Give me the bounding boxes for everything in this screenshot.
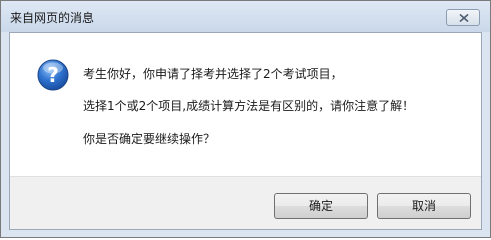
ok-button[interactable]: 确定 [274, 193, 368, 219]
message-line-3: 你是否确定要继续操作？ [83, 132, 216, 146]
confirm-dialog: 来自网页的消息 ? 考生你好，你申请了择考并选择了2个考试项目， 选择1个或2个… [0, 0, 491, 238]
close-icon [459, 14, 469, 22]
message-line-2: 选择1个或2个项目,成绩计算方法是有区别的，请你注意了解！ [83, 99, 415, 113]
svg-text:?: ? [47, 63, 59, 87]
button-bar: 确定 取消 [10, 176, 481, 229]
dialog-body: ? 考生你好，你申请了择考并选择了2个考试项目， 选择1个或2个项目,成绩计算方… [9, 32, 482, 230]
title-bar[interactable]: 来自网页的消息 [1, 1, 490, 32]
dialog-title: 来自网页的消息 [10, 11, 95, 25]
close-button[interactable] [446, 9, 480, 26]
message-line-1: 考生你好，你申请了择考并选择了2个考试项目， [83, 67, 343, 81]
question-icon: ? [37, 59, 69, 91]
message-area: ? 考生你好，你申请了择考并选择了2个考试项目， 选择1个或2个项目,成绩计算方… [10, 33, 481, 176]
cancel-button[interactable]: 取消 [377, 193, 471, 219]
